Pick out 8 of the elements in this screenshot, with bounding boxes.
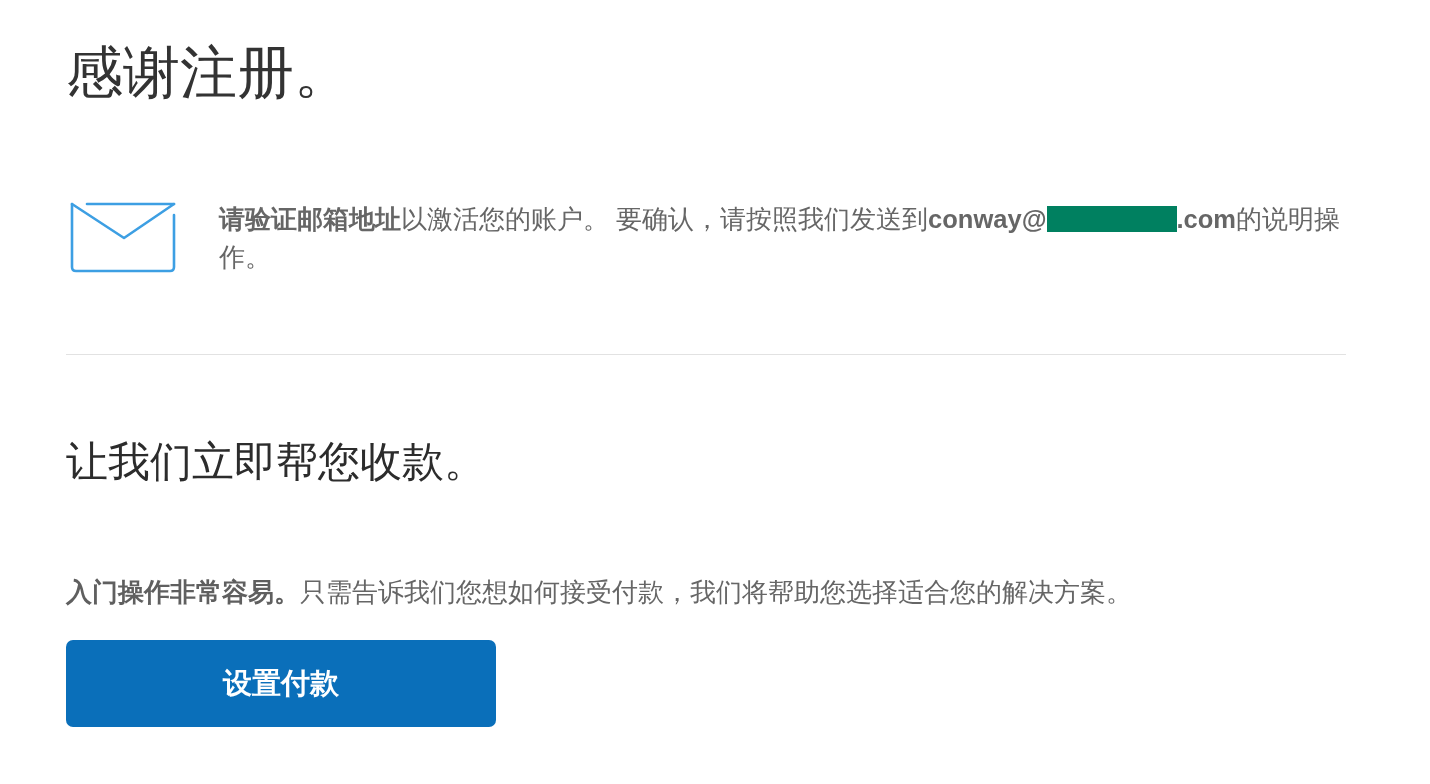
intro-text: 入门操作非常容易。只需告诉我们您想如何接受付款，我们将帮助您选择适合您的解决方案。: [66, 577, 1132, 608]
verification-notice-text: 请验证邮箱地址以激活您的账户。 要确认，请按照我们发送到conway@: [219, 205, 1047, 233]
page-title: 感谢注册。: [66, 39, 351, 106]
verification-notice-text: .com的说明操: [1176, 205, 1341, 233]
verification-notice-text: 作。: [219, 243, 271, 271]
envelope-icon: [70, 202, 176, 273]
section-heading: 让我们立即帮您收款。: [66, 437, 486, 487]
setup-payments-button[interactable]: 设置付款: [66, 640, 496, 727]
